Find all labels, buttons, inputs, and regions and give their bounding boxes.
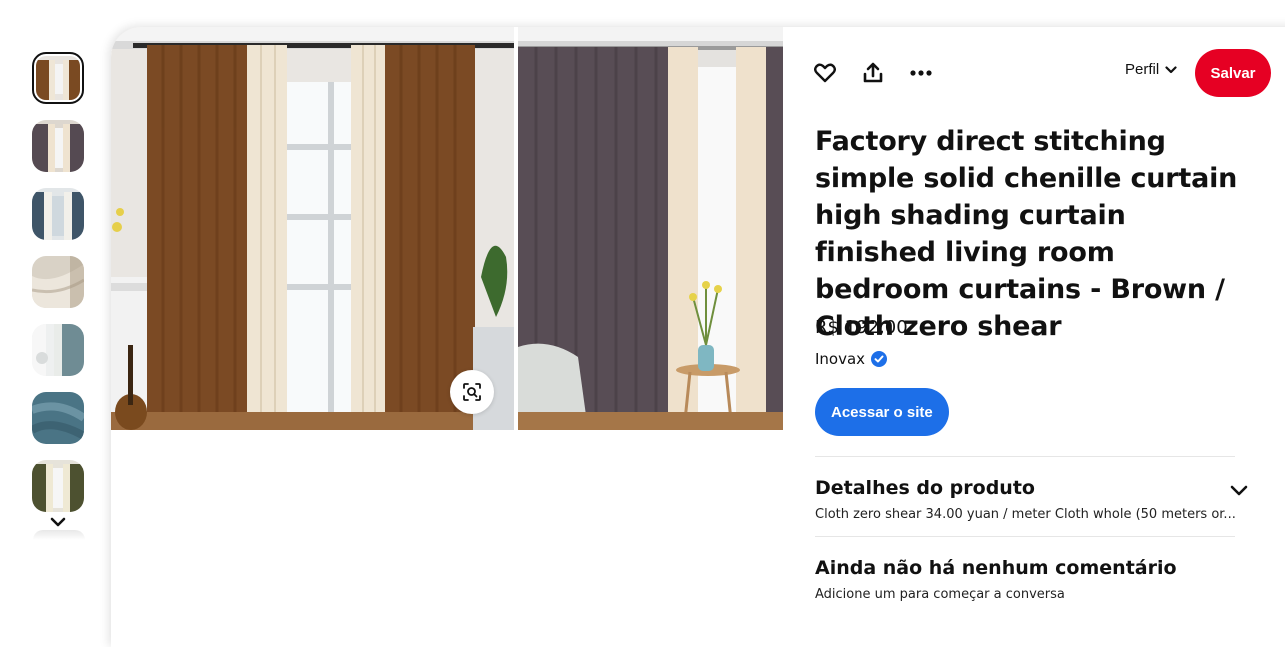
seller-info[interactable]: Inovax xyxy=(815,350,888,368)
seller-name: Inovax xyxy=(815,350,866,368)
comments-prompt: Adicione um para começar a conversa xyxy=(815,587,1065,602)
product-price: R$ 192,00 xyxy=(815,317,908,338)
thumbnail-4[interactable] xyxy=(32,256,84,308)
share-button[interactable] xyxy=(857,57,889,89)
thumbnails-down-button[interactable] xyxy=(47,513,69,531)
thumbnail-5-image xyxy=(32,324,84,376)
divider xyxy=(815,456,1235,457)
more-options-button[interactable] xyxy=(905,57,937,89)
comments-title: Ainda não há nenhum comentário xyxy=(815,557,1177,579)
thumbnail-6[interactable] xyxy=(32,392,84,444)
like-button[interactable] xyxy=(809,57,841,89)
heart-icon xyxy=(814,63,836,83)
product-photo-grey xyxy=(518,27,783,430)
expand-details-button[interactable] xyxy=(1225,477,1253,505)
chevron-down-icon xyxy=(1230,485,1248,496)
divider xyxy=(815,536,1235,537)
thumbnail-6-image xyxy=(32,392,84,444)
lens-search-icon xyxy=(463,383,481,401)
thumbnail-rail xyxy=(32,52,86,528)
save-button[interactable]: Salvar xyxy=(1195,49,1271,97)
brown-curtains-image xyxy=(111,27,514,430)
thumbnail-3[interactable] xyxy=(32,188,84,240)
thumbnail-2[interactable] xyxy=(32,120,84,172)
thumbnail-1[interactable] xyxy=(32,52,84,104)
verified-badge-icon xyxy=(871,351,888,367)
chevron-down-icon xyxy=(50,517,66,527)
action-bar: Perfil Salvar xyxy=(814,49,1271,99)
thumbnail-7-image xyxy=(32,460,84,512)
product-details-summary: Cloth zero shear 34.00 yuan / meter Clot… xyxy=(815,507,1236,522)
product-photo-brown xyxy=(111,27,514,430)
thumbnail-peek xyxy=(33,530,85,540)
product-image[interactable] xyxy=(111,27,783,430)
profile-label: Perfil xyxy=(1125,61,1160,78)
thumbnail-1-image xyxy=(36,56,80,100)
profile-board-selector[interactable]: Perfil xyxy=(1125,61,1177,78)
thumbnail-5[interactable] xyxy=(32,324,84,376)
more-icon xyxy=(910,70,932,76)
visual-search-button[interactable] xyxy=(450,370,494,414)
thumbnail-4-image xyxy=(32,256,84,308)
share-icon xyxy=(863,62,883,83)
grey-curtains-image xyxy=(518,27,783,430)
product-title: Factory direct stitching simple solid ch… xyxy=(815,126,1238,342)
pin-card: Perfil Salvar Factory direct stitching s… xyxy=(111,27,1285,647)
chevron-down-icon xyxy=(1165,65,1177,73)
thumbnail-2-image xyxy=(32,120,84,172)
thumbnail-7[interactable] xyxy=(32,460,84,512)
product-details-title[interactable]: Detalhes do produto xyxy=(815,477,1035,499)
visit-site-button[interactable]: Acessar o site xyxy=(815,388,949,436)
thumbnail-3-image xyxy=(32,188,84,240)
